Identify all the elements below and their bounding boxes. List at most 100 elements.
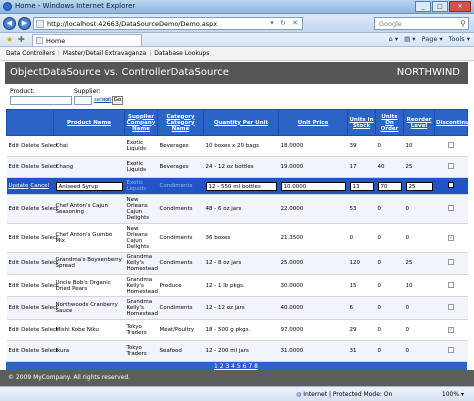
units-on-order-cell: 70 — [375, 177, 404, 196]
reorder-level-cell: 10 — [403, 135, 435, 158]
reorder-level-text: 25 — [405, 164, 413, 171]
pager-links[interactable]: 1 2 3 4 5 6 7 8 — [214, 363, 258, 370]
table-row[interactable]: Edit Delete Select Chef Anton's Cajun Seaso… — [6, 194, 468, 225]
supplier-cell: Tokyo Traders — [124, 319, 158, 341]
units-on-order-text: 40 — [377, 164, 385, 171]
table-row[interactable]: Edit Delete Select Northwoods Cranberry Sau… — [6, 296, 468, 320]
address-field[interactable]: http://localhost:42663/DataSourceDemo/De… — [33, 17, 303, 30]
edit-link[interactable]: Edit — [9, 164, 20, 170]
edit-link[interactable]: Edit — [9, 235, 20, 241]
header-unit-price[interactable]: Unit Price — [278, 109, 348, 136]
add-favorites-icon[interactable]: ✚ — [18, 35, 25, 44]
units-on-order-input[interactable]: 70 — [377, 181, 402, 191]
brand-name: NORTHWIND — [396, 67, 460, 78]
menu-data-controllers[interactable]: Data Controllers — [6, 50, 55, 57]
delete-link[interactable]: Delete — [21, 283, 39, 289]
reorder-level-cell: 10 — [403, 274, 435, 298]
favorites-star-icon[interactable]: ★ — [6, 35, 13, 44]
reorder-level-input[interactable]: 25 — [405, 181, 433, 191]
product-name-text: Ikura — [55, 347, 70, 354]
units-in-stock-input[interactable]: 13 — [349, 181, 374, 191]
address-url[interactable]: http://localhost:42663/DataSourceDemo/De… — [47, 20, 217, 28]
table-row[interactable]: Edit Delete Select Chef Anton's Gumbo Mix Ne… — [6, 223, 468, 253]
unit-price-text: 25.0000 — [280, 260, 304, 267]
home-menu-button[interactable]: ⌂ ▾ — [389, 35, 398, 43]
header-product-name[interactable]: Product Name — [53, 109, 125, 136]
feeds-menu-button[interactable]: ▤ ▾ — [404, 35, 415, 43]
header-reorder-level[interactable]: Reorder Level — [403, 109, 435, 136]
delete-link[interactable]: Delete — [21, 260, 39, 266]
table-row[interactable]: Edit Delete Select Uncle Bob's Organic Drie… — [6, 274, 468, 298]
category-text: Beverages — [159, 164, 189, 171]
table-row-editing[interactable]: Update Cancel Aniseed Syrup Exotic Liquids C… — [6, 177, 468, 196]
category-cell: Beverages — [157, 156, 204, 179]
discontinued-cell — [434, 274, 468, 298]
edit-link[interactable]: Edit — [9, 348, 20, 354]
header-category[interactable]: Category Category Name — [157, 109, 204, 136]
product-filter-input[interactable] — [10, 96, 72, 105]
product-name-input[interactable]: Aniseed Syrup — [55, 181, 123, 191]
discontinued-cell — [434, 135, 468, 158]
header-units-on-order[interactable]: Units On Order — [375, 109, 404, 136]
delete-link[interactable]: Delete — [21, 235, 39, 241]
maximize-button[interactable]: □ — [432, 1, 448, 12]
delete-link[interactable]: Delete — [21, 305, 39, 311]
menu-master-detail[interactable]: Master/Detail Extravaganza — [63, 50, 146, 57]
tools-menu-button[interactable]: Tools ▾ — [449, 35, 470, 43]
reorder-level-cell: 0 — [403, 340, 435, 363]
search-placeholder: Google — [379, 20, 402, 28]
units-in-stock-cell: 31 — [347, 340, 376, 363]
unit-price-input[interactable]: 10.0000 — [280, 181, 346, 191]
go-button[interactable]: Go — [112, 96, 123, 105]
table-row[interactable]: Edit Delete Select Ikura Tokyo Traders Seafoo… — [6, 340, 468, 363]
page-footer: © 2009 MyCompany. All rights reserved. — [0, 370, 474, 386]
search-input[interactable]: Google ⚲ — [374, 17, 469, 30]
forward-arrow-icon[interactable]: ▶ — [18, 17, 31, 30]
units-in-stock-cell: 53 — [347, 194, 376, 225]
delete-link[interactable]: Delete — [21, 164, 39, 170]
supplier-filter-input[interactable] — [74, 96, 92, 105]
update-link[interactable]: Update — [9, 183, 29, 189]
page-menu-button[interactable]: Page ▾ — [422, 35, 443, 43]
header-units-in-stock[interactable]: Units In Stock — [347, 109, 376, 136]
edit-link[interactable]: Edit — [9, 143, 20, 149]
cancel-link[interactable]: Cancel — [30, 183, 49, 189]
delete-link[interactable]: Delete — [21, 143, 39, 149]
category-text: Condiments — [159, 183, 193, 190]
header-supplier[interactable]: Supplier Company Name — [124, 109, 158, 136]
tab-home[interactable]: Home — [32, 34, 142, 46]
table-row[interactable]: Edit Delete Select Mishi Kobe Niku Tokyo Tra… — [6, 319, 468, 341]
supplier-clear-link[interactable]: (x) — [104, 97, 112, 103]
delete-link[interactable]: Delete — [21, 327, 39, 333]
refresh-stop-icon[interactable]: ▾ ↻ ✕ — [270, 19, 300, 27]
product-name-text: Uncle Bob's Organic Dried Pears — [55, 279, 111, 292]
zoom-level[interactable]: 100% ▾ — [442, 391, 464, 398]
edit-link[interactable]: Edit — [9, 206, 20, 212]
minimize-button[interactable]: _ — [415, 1, 431, 12]
header-discontinued[interactable]: Discontinued — [434, 109, 474, 136]
discontinued-checkbox — [448, 163, 454, 170]
search-icon[interactable]: ⚲ — [460, 19, 466, 28]
table-row[interactable]: Edit Delete Select Chai Exotic Liquids Bevera… — [6, 135, 468, 158]
discontinued-checkbox[interactable] — [448, 182, 454, 189]
edit-link[interactable]: Edit — [9, 260, 20, 266]
unit-price-text: 97.0000 — [280, 326, 304, 333]
quantity-input[interactable]: 12 - 550 ml bottles — [205, 181, 277, 191]
table-row[interactable]: Edit Delete Select Grandma's Boysenberry Sp… — [6, 252, 468, 275]
menu-database-lookups[interactable]: Database Lookups — [154, 50, 209, 57]
window-titlebar: Home - Windows Internet Explorer _ □ ✕ — [0, 0, 474, 14]
delete-link[interactable]: Delete — [21, 348, 39, 354]
table-row[interactable]: Edit Delete Select Chang Exotic Liquids Bever… — [6, 156, 468, 179]
discontinued-cell — [434, 252, 468, 275]
product-name-cell: Grandma's Boysenberry Spread — [53, 252, 125, 275]
delete-link[interactable]: Delete — [21, 206, 39, 212]
edit-link[interactable]: Edit — [9, 327, 20, 333]
edit-link[interactable]: Edit — [9, 305, 20, 311]
category-text: Beverages — [159, 143, 189, 150]
edit-link[interactable]: Edit — [9, 283, 20, 289]
discontinued-cell: ✓ — [434, 319, 468, 341]
page-title: ObjectDataSource vs. ControllerDataSourc… — [10, 67, 229, 78]
close-button[interactable]: ✕ — [449, 1, 471, 12]
back-arrow-icon[interactable]: ◀ — [3, 17, 16, 30]
header-quantity[interactable]: Quantity Per Unit — [203, 109, 279, 136]
